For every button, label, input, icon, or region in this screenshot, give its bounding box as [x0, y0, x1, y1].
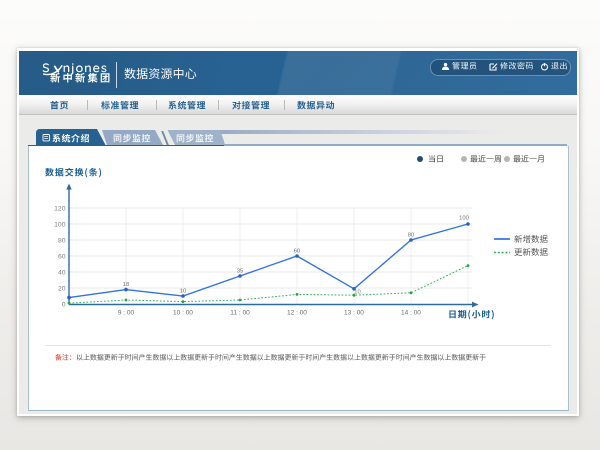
svg-text:60: 60 — [294, 249, 300, 255]
svg-text:11 : 00: 11 : 00 — [230, 310, 250, 317]
svg-text:60: 60 — [58, 253, 66, 260]
svg-text:80: 80 — [408, 233, 414, 239]
svg-text:13 : 00: 13 : 00 — [344, 310, 364, 317]
svg-text:10 : 00: 10 : 00 — [173, 310, 193, 317]
svg-text:20: 20 — [58, 285, 66, 292]
svg-text:120: 120 — [54, 205, 66, 212]
svg-text:12 : 00: 12 : 00 — [287, 310, 307, 317]
svg-text:100: 100 — [54, 221, 66, 228]
svg-text:80: 80 — [58, 237, 66, 244]
svg-text:100: 100 — [459, 216, 469, 222]
svg-text:14 : 00: 14 : 00 — [401, 310, 421, 317]
svg-text:40: 40 — [58, 269, 66, 276]
svg-text:9 : 00: 9 : 00 — [118, 310, 135, 317]
svg-text:10: 10 — [354, 289, 360, 295]
svg-text:0: 0 — [62, 301, 66, 308]
svg-text:35: 35 — [237, 269, 243, 275]
svg-text:18: 18 — [123, 282, 129, 288]
svg-text:10: 10 — [180, 289, 186, 295]
